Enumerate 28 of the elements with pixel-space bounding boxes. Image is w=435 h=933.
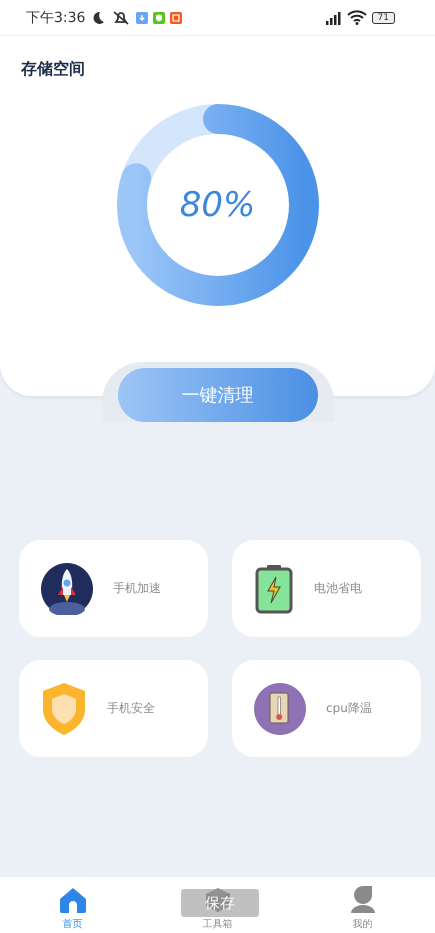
status-time: 下午3:36 [26,8,86,26]
tool-label: 手机安全 [107,700,155,717]
download-icon [136,12,148,24]
tab-label[interactable]: 首页 [62,917,82,931]
shop-app-icon [170,12,182,24]
tab-label[interactable]: 我的 [352,917,372,931]
toast-message: 保存 [181,889,259,917]
person-icon [350,885,376,913]
thermometer-icon [254,682,306,734]
clean-button[interactable]: 一键清理 [118,368,318,422]
shield-app-icon [153,12,166,24]
home-icon [58,887,86,913]
tool-label: 手机加速 [113,580,161,597]
section-title: 存储空间 [20,58,86,80]
tab-label[interactable]: 工具箱 [202,917,232,931]
tool-card[interactable]: 手机安全 [19,660,208,757]
tool-label: 电池省电 [314,580,362,597]
wifi-icon [346,10,367,25]
storage-percent: 80% [180,185,256,225]
battery-charge-icon [254,564,294,614]
tool-card[interactable]: cpu降温 [232,660,421,757]
battery-icon: 71 [372,12,395,24]
tool-card[interactable]: 手机加速 [19,540,208,637]
tool-card[interactable]: 电池省电 [232,540,421,637]
rocket-icon [41,562,93,614]
muted-bell-icon [111,10,132,26]
tool-label: cpu降温 [326,700,372,717]
shield-icon [41,682,87,736]
